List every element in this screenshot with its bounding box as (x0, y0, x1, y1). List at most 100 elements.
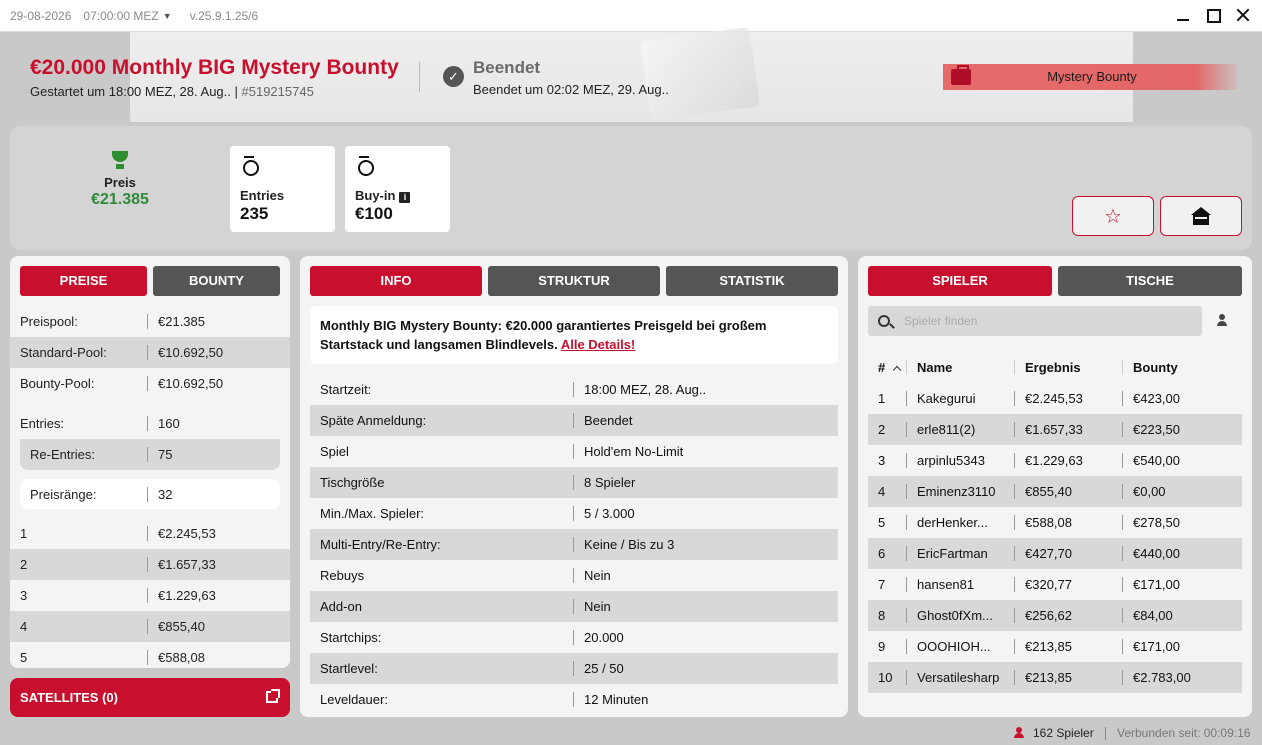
titlebar-date: 29-08-2026 (10, 8, 72, 23)
table-row[interactable]: 10 Versatilesharp €213,85 €2.783,00 (868, 662, 1242, 693)
info-row: Leveldauer: 12 Minuten (320, 692, 649, 707)
column-rank[interactable]: # (868, 360, 906, 375)
satellites-label: SATELLITES (0) (20, 690, 118, 705)
info-row: Tischgröße 8 Spieler (310, 467, 838, 498)
column-result[interactable]: Ergebnis (1014, 360, 1122, 375)
entries-list: Entries: 160 Re-Entries: 75 (10, 408, 290, 470)
entries-key: Entries: (20, 416, 148, 431)
info-row: Spiel Hold'em No-Limit (320, 444, 684, 459)
home-button[interactable] (1160, 196, 1242, 236)
tournament-description: Monthly BIG Mystery Bounty: €20.000 gara… (310, 306, 838, 364)
details-link[interactable]: Alle Details! (561, 337, 635, 352)
tab-preise[interactable]: PREISE (20, 266, 147, 296)
entries-value: 235 (240, 204, 269, 223)
entries-card: Entries 235 (230, 146, 335, 232)
chevron-down-icon: ▼ (162, 10, 172, 21)
status-bar: 162 Spieler Verbunden seit: 00:09:16 (0, 723, 1262, 745)
table-row[interactable]: 7 hansen81 €320,77 €171,00 (868, 569, 1242, 600)
payout-list: 1 €2.245,53 2 €1.657,33 3 €1.229,63 4 €855,4… (10, 518, 290, 668)
info-row: Späte Anmeldung: Beendet (310, 405, 838, 436)
info-row: Startchips: 20.000 (320, 630, 624, 645)
connection-time: Verbunden seit: 00:09:16 (1117, 726, 1251, 740)
info-row: Startlevel: 25 / 50 (310, 653, 838, 684)
players-table: # Name Ergebnis Bounty 1 Kakegurui €2.245,… (858, 352, 1252, 693)
player-search: Spieler finden (868, 306, 1242, 336)
tournament-id: #519215745 (241, 84, 314, 99)
favorite-button[interactable]: ☆ (1072, 196, 1154, 236)
info-list: Startzeit: 18:00 MEZ, 28. Aug.. Späte Anm… (300, 374, 848, 715)
table-row[interactable]: 4 Eminenz3110 €855,40 €0,00 (868, 476, 1242, 507)
reentries-val: 75 (158, 447, 173, 462)
list-item: 5 €588,08 (20, 650, 205, 665)
column-name[interactable]: Name (906, 360, 1014, 375)
maximize-icon[interactable] (1206, 6, 1221, 24)
buyin-value: €100 (355, 204, 393, 223)
tab-statistik[interactable]: STATISTIK (666, 266, 838, 296)
tab-spieler[interactable]: SPIELER (868, 266, 1052, 296)
table-row[interactable]: 5 derHenker... €588,08 €278,50 (868, 507, 1242, 538)
search-placeholder: Spieler finden (904, 314, 978, 328)
pool-value: €10.692,50 (158, 376, 224, 391)
prize-summary: Preis €21.385 (65, 151, 175, 209)
ranks-key: Preisränge: (30, 486, 148, 502)
user-icon (1014, 727, 1024, 739)
pool-value: €10.692,50 (158, 345, 224, 360)
satellites-button[interactable]: SATELLITES (0) (10, 678, 290, 717)
tournament-subtitle: Gestartet um 18:00 MEZ, 28. Aug.. | #519… (30, 84, 314, 99)
home-icon (1191, 207, 1211, 225)
info-row: Min./Max. Spieler: 5 / 3.000 (320, 506, 635, 521)
list-item: 1 €2.245,53 (20, 526, 216, 541)
tab-info[interactable]: INFO (310, 266, 482, 296)
table-row[interactable]: 9 OOOHIOH... €213,85 €171,00 (868, 631, 1242, 662)
table-row[interactable]: 2 erle811(2) €1.657,33 €223,50 (868, 414, 1242, 445)
prize-value: €21.385 (91, 191, 149, 208)
players-panel: SPIELER TISCHE Spieler finden # Name Erg… (858, 256, 1252, 717)
status-label: Beendet (473, 58, 541, 77)
tab-bounty[interactable]: BOUNTY (153, 266, 280, 296)
table-row[interactable]: 8 Ghost0fXm... €256,62 €84,00 (868, 600, 1242, 631)
started-text: Gestartet um 18:00 MEZ, 28. Aug.. (30, 84, 231, 99)
tournament-title: €20.000 Monthly BIG Mystery Bounty (30, 56, 399, 79)
pool-key: Preispool: (20, 314, 148, 329)
pool-key: Bounty-Pool: (20, 376, 148, 391)
user-icon[interactable] (1216, 314, 1228, 328)
trophy-icon (110, 151, 130, 171)
entries-val: 160 (158, 416, 180, 431)
search-input[interactable]: Spieler finden (868, 306, 1202, 336)
timezone-dropdown[interactable]: 07:00:00 MEZ ▼ (83, 9, 171, 23)
mystery-bounty-badge: Mystery Bounty (943, 64, 1241, 90)
medal-icon (242, 156, 259, 176)
pool-list: Preispool: €21.385 Standard-Pool: €10.692,… (10, 306, 290, 399)
divider (419, 62, 420, 92)
table-row[interactable]: 3 arpinlu5343 €1.229,63 €540,00 (868, 445, 1242, 476)
search-icon (878, 315, 890, 327)
list-item: 2 €1.657,33 (10, 549, 290, 580)
pool-value: €21.385 (158, 314, 205, 329)
table-header: # Name Ergebnis Bounty (868, 352, 1242, 383)
prize-label: Preis (104, 175, 136, 190)
minimize-icon[interactable] (1176, 6, 1190, 24)
divider (1105, 727, 1106, 740)
table-row[interactable]: 1 Kakegurui €2.245,53 €423,00 (868, 383, 1242, 414)
tournament-header: €20.000 Monthly BIG Mystery Bounty Gesta… (0, 26, 1262, 122)
close-icon[interactable] (1236, 6, 1250, 24)
badge-label: Mystery Bounty (1047, 69, 1137, 84)
column-bounty[interactable]: Bounty (1122, 360, 1178, 375)
tab-struktur[interactable]: STRUKTUR (488, 266, 660, 296)
info-icon[interactable]: i (399, 192, 411, 203)
prizes-panel: PREISE BOUNTY Preispool: €21.385 Standard… (10, 256, 290, 668)
pool-key: Standard-Pool: (20, 345, 148, 360)
list-item: 4 €855,40 (10, 611, 290, 642)
titlebar-version: v.25.9.1.25/6 (189, 8, 259, 23)
entries-label: Entries (240, 188, 285, 203)
table-row[interactable]: 6 EricFartman €427,70 €440,00 (868, 538, 1242, 569)
stats-bar: Preis €21.385 Entries 235 Buy-in i €100 ☆ (10, 126, 1252, 250)
info-row: Startzeit: 18:00 MEZ, 28. Aug.. (320, 382, 707, 397)
info-row: Rebuys Nein (320, 568, 611, 583)
briefcase-icon (951, 65, 971, 85)
buyin-card: Buy-in i €100 (345, 146, 450, 232)
medal-icon (357, 156, 374, 176)
tab-tische[interactable]: TISCHE (1058, 266, 1242, 296)
reentries-key: Re-Entries: (30, 447, 148, 462)
buyin-label: Buy-in i (355, 188, 440, 203)
